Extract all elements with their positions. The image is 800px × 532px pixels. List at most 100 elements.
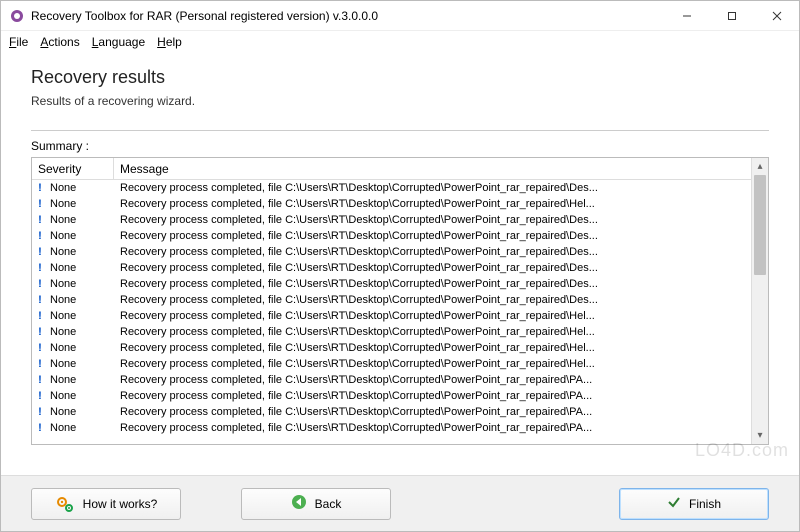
menubar: File Actions Language Help — [1, 31, 799, 53]
cell-message: Recovery process completed, file C:\User… — [114, 342, 751, 354]
menu-language[interactable]: Language — [92, 35, 145, 49]
table-row[interactable]: !NoneRecovery process completed, file C:… — [32, 180, 751, 196]
divider — [31, 130, 769, 131]
back-label: Back — [315, 497, 342, 511]
table-row[interactable]: !NoneRecovery process completed, file C:… — [32, 244, 751, 260]
cell-message: Recovery process completed, file C:\User… — [114, 198, 751, 210]
cell-severity: None — [48, 262, 114, 274]
cell-severity: None — [48, 342, 114, 354]
page-subtitle: Results of a recovering wizard. — [31, 94, 769, 108]
info-icon: ! — [32, 246, 48, 258]
cell-severity: None — [48, 310, 114, 322]
maximize-button[interactable] — [709, 1, 754, 30]
info-icon: ! — [32, 342, 48, 354]
cell-severity: None — [48, 214, 114, 226]
table-row[interactable]: !NoneRecovery process completed, file C:… — [32, 324, 751, 340]
window-controls — [664, 1, 799, 30]
cell-message: Recovery process completed, file C:\User… — [114, 214, 751, 226]
table-row[interactable]: !NoneRecovery process completed, file C:… — [32, 356, 751, 372]
column-severity[interactable]: Severity — [32, 158, 114, 179]
window-title: Recovery Toolbox for RAR (Personal regis… — [31, 9, 664, 23]
table-row[interactable]: !NoneRecovery process completed, file C:… — [32, 404, 751, 420]
table-row[interactable]: !NoneRecovery process completed, file C:… — [32, 420, 751, 436]
table-row[interactable]: !NoneRecovery process completed, file C:… — [32, 228, 751, 244]
page-title: Recovery results — [31, 67, 769, 88]
info-icon: ! — [32, 390, 48, 402]
cell-message: Recovery process completed, file C:\User… — [114, 182, 751, 194]
column-message[interactable]: Message — [114, 162, 751, 176]
table-header: Severity Message — [32, 158, 751, 180]
app-icon — [9, 8, 25, 24]
cell-severity: None — [48, 278, 114, 290]
table-row[interactable]: !NoneRecovery process completed, file C:… — [32, 276, 751, 292]
menu-actions[interactable]: Actions — [40, 35, 79, 49]
cell-severity: None — [48, 422, 114, 434]
cell-message: Recovery process completed, file C:\User… — [114, 246, 751, 258]
cell-message: Recovery process completed, file C:\User… — [114, 262, 751, 274]
info-icon: ! — [32, 326, 48, 338]
cell-severity: None — [48, 294, 114, 306]
cell-severity: None — [48, 182, 114, 194]
table-row[interactable]: !NoneRecovery process completed, file C:… — [32, 308, 751, 324]
cell-severity: None — [48, 246, 114, 258]
table-row[interactable]: !NoneRecovery process completed, file C:… — [32, 260, 751, 276]
finish-button[interactable]: Finish — [619, 488, 769, 520]
how-it-works-button[interactable]: How it works? — [31, 488, 181, 520]
header: Recovery results Results of a recovering… — [1, 53, 799, 120]
table-row[interactable]: !NoneRecovery process completed, file C:… — [32, 292, 751, 308]
table-row[interactable]: !NoneRecovery process completed, file C:… — [32, 388, 751, 404]
checkmark-icon — [667, 495, 681, 512]
close-button[interactable] — [754, 1, 799, 30]
scroll-thumb[interactable] — [754, 175, 766, 275]
info-icon: ! — [32, 358, 48, 370]
cell-message: Recovery process completed, file C:\User… — [114, 310, 751, 322]
info-icon: ! — [32, 294, 48, 306]
cell-message: Recovery process completed, file C:\User… — [114, 294, 751, 306]
cell-severity: None — [48, 406, 114, 418]
info-icon: ! — [32, 230, 48, 242]
table-row[interactable]: !NoneRecovery process completed, file C:… — [32, 372, 751, 388]
info-icon: ! — [32, 310, 48, 322]
table-body: !NoneRecovery process completed, file C:… — [32, 180, 751, 444]
minimize-button[interactable] — [664, 1, 709, 30]
cell-message: Recovery process completed, file C:\User… — [114, 422, 751, 434]
cell-severity: None — [48, 374, 114, 386]
watermark: LO4D.com — [695, 440, 789, 461]
info-icon: ! — [32, 278, 48, 290]
info-icon: ! — [32, 262, 48, 274]
vertical-scrollbar[interactable]: ▴ ▾ — [751, 158, 768, 444]
back-button[interactable]: Back — [241, 488, 391, 520]
cell-message: Recovery process completed, file C:\User… — [114, 230, 751, 242]
info-icon: ! — [32, 214, 48, 226]
cell-severity: None — [48, 390, 114, 402]
menu-help[interactable]: Help — [157, 35, 182, 49]
cell-message: Recovery process completed, file C:\User… — [114, 374, 751, 386]
info-icon: ! — [32, 374, 48, 386]
cell-message: Recovery process completed, file C:\User… — [114, 278, 751, 290]
results-table: Severity Message !NoneRecovery process c… — [31, 157, 769, 445]
summary-label: Summary : — [31, 139, 769, 153]
titlebar: Recovery Toolbox for RAR (Personal regis… — [1, 1, 799, 31]
finish-label: Finish — [689, 497, 721, 511]
cell-severity: None — [48, 358, 114, 370]
cell-severity: None — [48, 198, 114, 210]
cell-message: Recovery process completed, file C:\User… — [114, 390, 751, 402]
button-bar: How it works? Back Finish — [1, 475, 799, 531]
info-icon: ! — [32, 422, 48, 434]
cell-message: Recovery process completed, file C:\User… — [114, 326, 751, 338]
cell-severity: None — [48, 326, 114, 338]
table-row[interactable]: !NoneRecovery process completed, file C:… — [32, 340, 751, 356]
how-it-works-label: How it works? — [83, 497, 158, 511]
app-window: Recovery Toolbox for RAR (Personal regis… — [0, 0, 800, 532]
cell-message: Recovery process completed, file C:\User… — [114, 406, 751, 418]
table-row[interactable]: !NoneRecovery process completed, file C:… — [32, 196, 751, 212]
info-icon: ! — [32, 182, 48, 194]
table-row[interactable]: !NoneRecovery process completed, file C:… — [32, 212, 751, 228]
menu-file[interactable]: File — [9, 35, 28, 49]
gears-icon — [55, 495, 75, 513]
back-arrow-icon — [291, 494, 307, 513]
scroll-up-icon[interactable]: ▴ — [752, 158, 768, 175]
cell-severity: None — [48, 230, 114, 242]
cell-message: Recovery process completed, file C:\User… — [114, 358, 751, 370]
info-icon: ! — [32, 198, 48, 210]
